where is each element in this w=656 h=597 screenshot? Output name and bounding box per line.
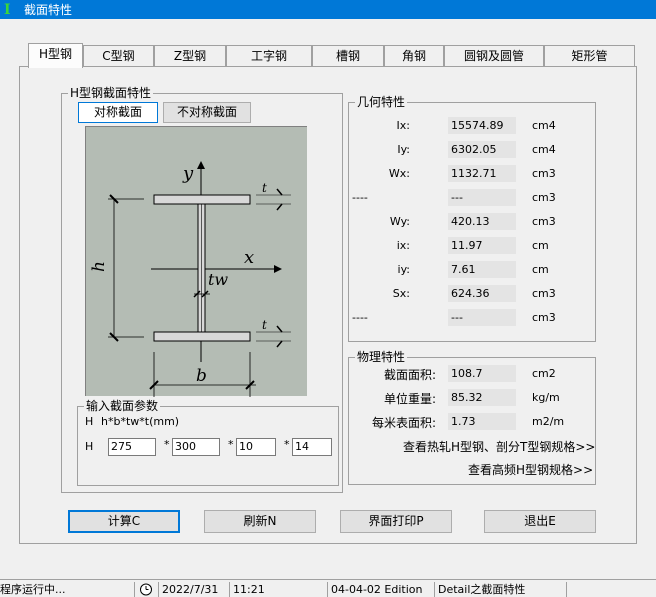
status-edition: 04-04-02 Edition [327, 582, 433, 597]
h-section-title: H型钢截面特性 [68, 86, 154, 100]
title-bar[interactable]: I 截面特性 [0, 0, 656, 19]
app-icon: I [4, 1, 11, 18]
geometry-label: ---- [352, 311, 368, 324]
sep-1: * [164, 438, 170, 451]
geometry-label: Wx: [388, 167, 410, 180]
status-detail: Detail之截面特性 [434, 582, 564, 597]
x-label: x [244, 247, 254, 268]
width-input[interactable]: 300 [172, 438, 220, 456]
geometry-title: 几何特性 [355, 95, 408, 109]
geometry-unit: cm3 [532, 287, 556, 300]
geometry-label: Wy: [389, 215, 410, 228]
physical-title: 物理特性 [355, 350, 408, 364]
geometry-value: --- [448, 309, 516, 326]
formula-text: h*b*tw*t(mm) [101, 415, 180, 428]
hot-rolled-spec-link[interactable]: 查看热轧H型钢、剖分T型钢规格>> [403, 438, 595, 455]
asymmetric-section-button[interactable]: 不对称截面 [163, 102, 251, 123]
physical-value: 108.7 [448, 365, 516, 382]
b-label: b [196, 366, 207, 386]
status-date: 2022/7/31 [158, 582, 228, 597]
row-prefix: H [85, 440, 94, 453]
physical-unit: kg/m [532, 391, 560, 404]
geometry-label: iy: [397, 263, 410, 276]
geometry-label: Sx: [392, 287, 410, 300]
status-time: 11:21 [229, 582, 327, 597]
geometry-unit: cm4 [532, 143, 556, 156]
status-bar: 程序运行中... 2022/7/31 11:21 04-04-02 Editio… [0, 579, 656, 597]
tw-label: tw [208, 270, 228, 289]
t-top-label: t [262, 181, 267, 195]
clock-icon [134, 582, 156, 597]
input-group-title: 输入截面参数 [84, 399, 161, 413]
status-running: 程序运行中... [0, 583, 66, 596]
symmetric-section-button[interactable]: 对称截面 [78, 102, 158, 123]
alarm-clock-icon [140, 583, 152, 596]
physical-label: 单位重量: [383, 392, 436, 406]
geometry-unit: cm3 [532, 167, 556, 180]
tab-z-steel[interactable]: Z型钢 [154, 45, 226, 67]
geometry-label: ---- [352, 191, 368, 204]
geometry-value: 7.61 [448, 261, 516, 278]
physical-unit: m2/m [532, 415, 565, 428]
top-flange [153, 194, 251, 205]
print-button[interactable]: 界面打印P [340, 510, 452, 533]
geometry-value: 11.97 [448, 237, 516, 254]
status-empty [566, 582, 656, 597]
height-input[interactable]: 275 [108, 438, 156, 456]
tab-rect-tube[interactable]: 矩形管 [544, 45, 635, 67]
geometry-label: Ix: [396, 119, 410, 132]
section-drawing: h b t t tw y x [85, 126, 307, 397]
calc-button[interactable]: 计算C [68, 510, 180, 533]
geometry-value: 1132.71 [448, 165, 516, 182]
geometry-unit: cm4 [532, 119, 556, 132]
refresh-button[interactable]: 刷新N [204, 510, 316, 533]
bottom-flange [153, 331, 251, 342]
flange-thickness-input[interactable]: 14 [292, 438, 332, 456]
physical-value: 1.73 [448, 413, 516, 430]
physical-value: 85.32 [448, 389, 516, 406]
geometry-value: 420.13 [448, 213, 516, 230]
geometry-unit: cm [532, 263, 549, 276]
web-thickness-input[interactable]: 10 [236, 438, 276, 456]
geometry-value: 6302.05 [448, 141, 516, 158]
geometry-value: --- [448, 189, 516, 206]
tab-h-steel[interactable]: H型钢 [28, 43, 83, 68]
geometry-label: ix: [396, 239, 410, 252]
exit-button[interactable]: 退出E [484, 510, 596, 533]
y-label: y [182, 163, 194, 184]
sep-2: * [228, 438, 234, 451]
physical-label: 每米表面积: [371, 416, 436, 430]
window-title: 截面特性 [24, 3, 73, 17]
geometry-value: 15574.89 [448, 117, 516, 134]
high-freq-spec-link[interactable]: 查看高频H型钢规格>> [468, 461, 593, 478]
geometry-value: 624.36 [448, 285, 516, 302]
geometry-unit: cm3 [532, 191, 556, 204]
h-label: h [89, 261, 109, 272]
geometry-label: Iy: [397, 143, 410, 156]
tab-channel[interactable]: 槽钢 [312, 45, 384, 67]
geometry-unit: cm [532, 239, 549, 252]
physical-unit: cm2 [532, 367, 556, 380]
h-section-diagram: h b t t tw y x [89, 161, 291, 397]
t-bottom-label: t [262, 318, 267, 332]
tab-c-steel[interactable]: C型钢 [83, 45, 154, 67]
tab-round[interactable]: 圆钢及圆管 [444, 45, 544, 67]
sep-3: * [284, 438, 290, 451]
geometry-unit: cm3 [532, 215, 556, 228]
geometry-unit: cm3 [532, 311, 556, 324]
tab-i-beam[interactable]: 工字钢 [226, 45, 312, 67]
formula-prefix: H [85, 415, 94, 428]
physical-label: 截面面积: [383, 368, 436, 382]
tab-angle[interactable]: 角钢 [384, 45, 444, 67]
